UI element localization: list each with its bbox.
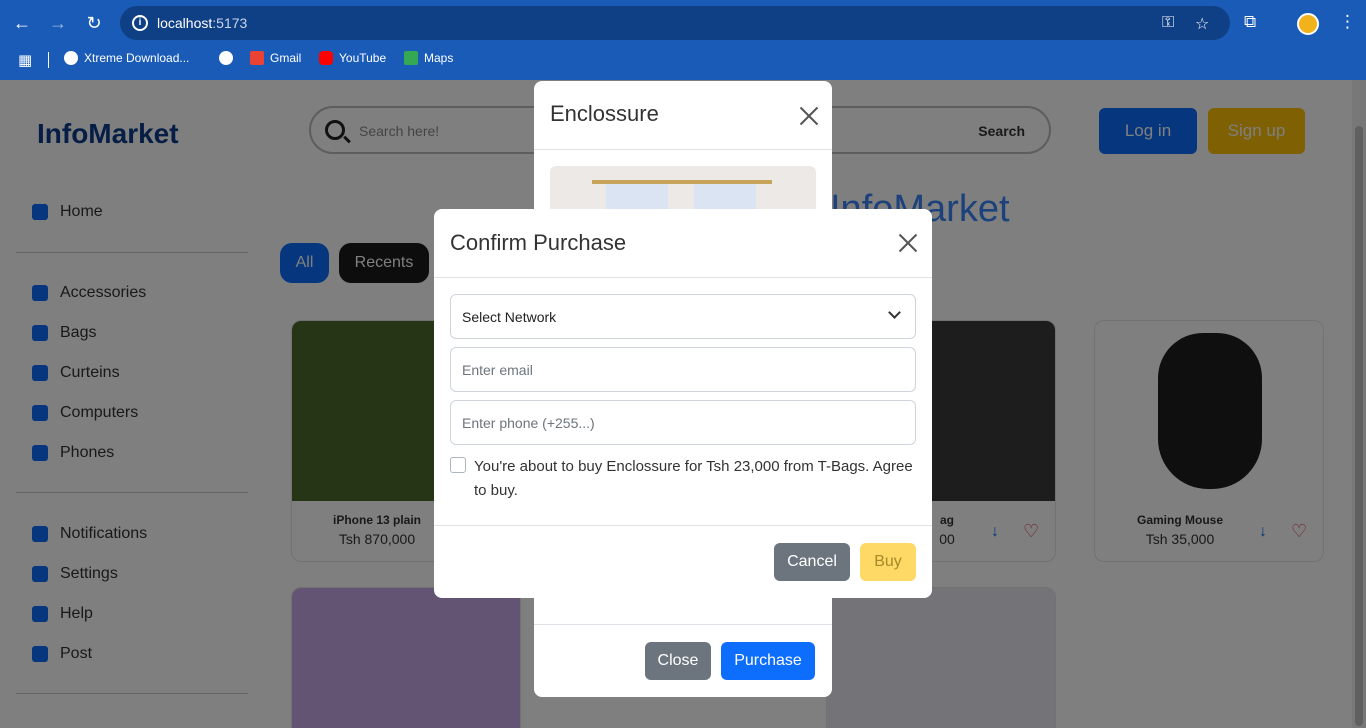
profile-avatar[interactable] (1297, 13, 1319, 35)
bookmarks-bar: ▦ Xtreme Download... Gmail YouTube Maps (0, 46, 1366, 74)
url-text: localhost:5173 (157, 15, 248, 31)
email-field[interactable]: Enter email (450, 347, 916, 392)
apps-grid-icon[interactable]: ▦ (18, 51, 32, 69)
youtube-icon (319, 51, 333, 65)
back-icon[interactable]: ← (9, 10, 35, 36)
globe-icon (219, 51, 233, 65)
bookmark-xtreme[interactable]: Xtreme Download... (64, 51, 189, 65)
modal-header: Confirm Purchase (434, 209, 932, 278)
network-select[interactable]: Select Network (450, 294, 916, 339)
extensions-icon[interactable]: ⧉ (1244, 12, 1256, 32)
browser-chrome: ← → ↻ i localhost:5173 ⚿ ☆ ⧉ ⋮ ▦ Xtreme … (0, 0, 1366, 80)
bookmark-divider (48, 52, 49, 68)
bookmark-star-icon[interactable]: ☆ (1195, 14, 1209, 34)
site-info-icon[interactable]: i (132, 15, 148, 31)
modal-footer-divider (534, 624, 832, 625)
password-key-icon[interactable]: ⚿ (1162, 14, 1174, 32)
bookmark-globe[interactable] (219, 51, 233, 65)
phone-field[interactable]: Enter phone (+255...) (450, 400, 916, 445)
close-icon[interactable] (898, 233, 918, 253)
bookmark-maps[interactable]: Maps (404, 51, 453, 65)
cancel-button[interactable]: Cancel (774, 543, 850, 581)
forward-icon[interactable]: → (45, 10, 71, 36)
maps-icon (404, 51, 418, 65)
close-button[interactable]: Close (645, 642, 711, 680)
address-bar[interactable]: i localhost:5173 ⚿ ☆ (120, 6, 1230, 40)
modal-footer-divider (434, 525, 932, 526)
reload-icon[interactable]: ↻ (81, 10, 107, 36)
agree-checkbox[interactable] (450, 457, 466, 473)
agree-label: You're about to buy Enclossure for Tsh 2… (474, 458, 913, 499)
confirm-purchase-modal: Confirm Purchase Select Network Enter em… (434, 209, 932, 598)
close-icon[interactable] (799, 106, 819, 126)
modal-title: Enclossure (550, 101, 659, 126)
modal-title: Confirm Purchase (450, 230, 627, 255)
bookmark-youtube[interactable]: YouTube (319, 51, 386, 65)
chevron-down-icon (888, 306, 901, 319)
menu-kebab-icon[interactable]: ⋮ (1339, 12, 1356, 32)
purchase-button[interactable]: Purchase (721, 642, 815, 680)
gmail-icon (250, 51, 264, 65)
address-row: ← → ↻ i localhost:5173 ⚿ ☆ ⧉ ⋮ (0, 6, 1366, 40)
buy-button[interactable]: Buy (860, 543, 916, 581)
bookmark-gmail[interactable]: Gmail (250, 51, 301, 65)
globe-icon (64, 51, 78, 65)
modal-header: Enclossure (534, 81, 832, 150)
